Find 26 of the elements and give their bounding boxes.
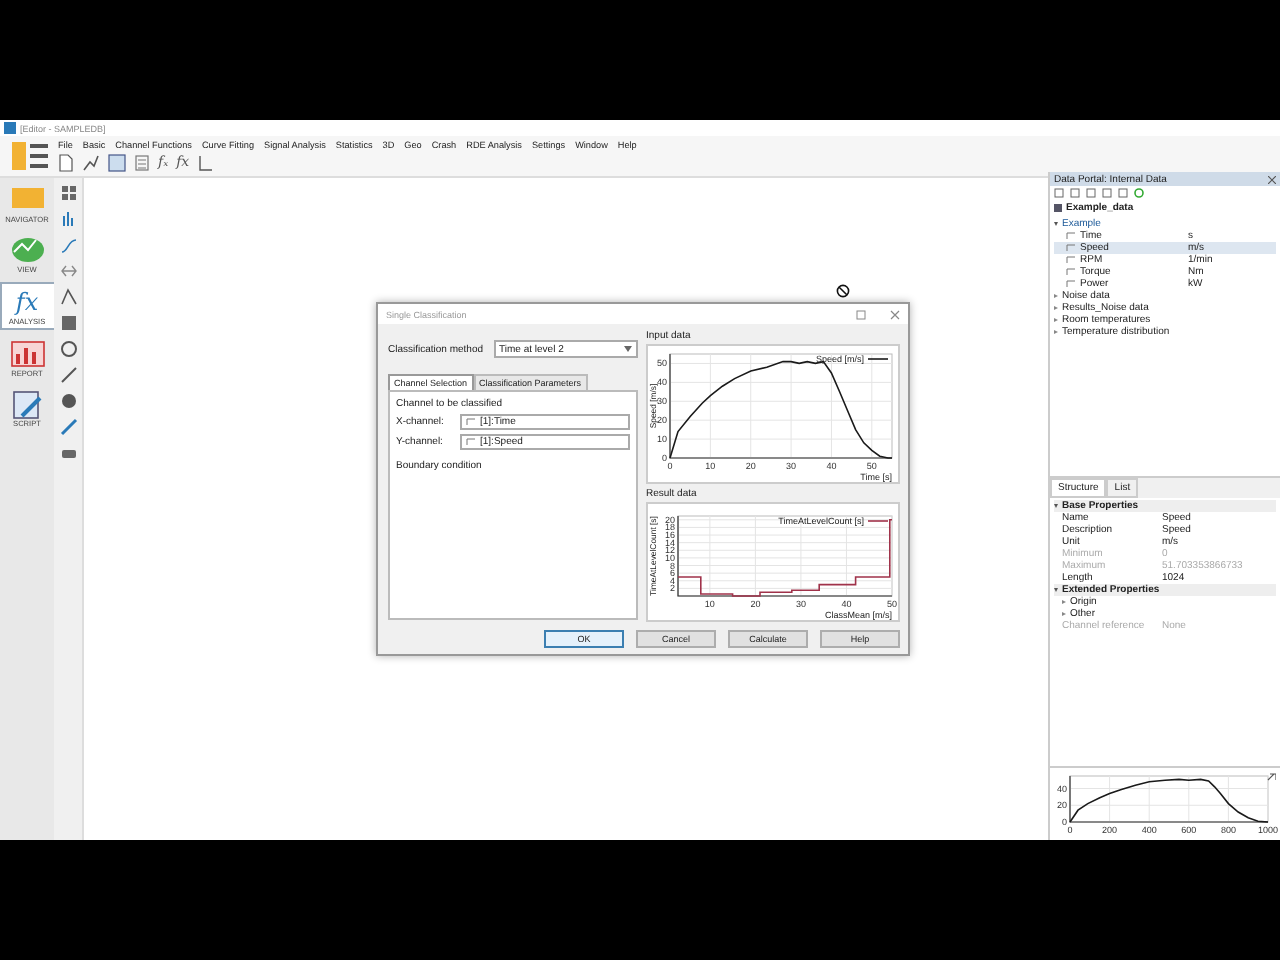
close-icon[interactable] — [1268, 175, 1276, 183]
refresh-icon[interactable] — [1134, 188, 1144, 198]
channel-icon — [466, 418, 476, 426]
block-icon[interactable] — [59, 314, 77, 332]
fx-icon: fx — [15, 286, 39, 318]
app-icon — [4, 122, 16, 134]
pin-icon[interactable] — [1266, 772, 1276, 782]
slope-icon[interactable] — [59, 366, 77, 384]
curve-icon[interactable] — [59, 236, 77, 254]
no-entry-icon — [836, 284, 850, 298]
table-tool-icon[interactable] — [108, 154, 126, 172]
channel-icon — [466, 438, 476, 446]
new-file-icon[interactable] — [58, 154, 74, 172]
grid-icon[interactable] — [59, 184, 77, 202]
axis-tool-icon[interactable] — [197, 154, 214, 172]
peak-icon[interactable] — [59, 288, 77, 306]
list-tool-icon[interactable] — [134, 154, 150, 172]
dropdown-arrow-icon — [624, 346, 632, 352]
chart-tool-icon[interactable] — [82, 154, 100, 172]
ring-icon[interactable] — [59, 340, 77, 358]
report-chart-icon — [7, 338, 47, 370]
script-pen-icon — [7, 388, 47, 420]
close-icon[interactable] — [890, 309, 900, 319]
bars-icon[interactable] — [59, 210, 77, 228]
arrows-icon[interactable] — [59, 262, 77, 280]
maximize-icon[interactable] — [856, 309, 866, 319]
